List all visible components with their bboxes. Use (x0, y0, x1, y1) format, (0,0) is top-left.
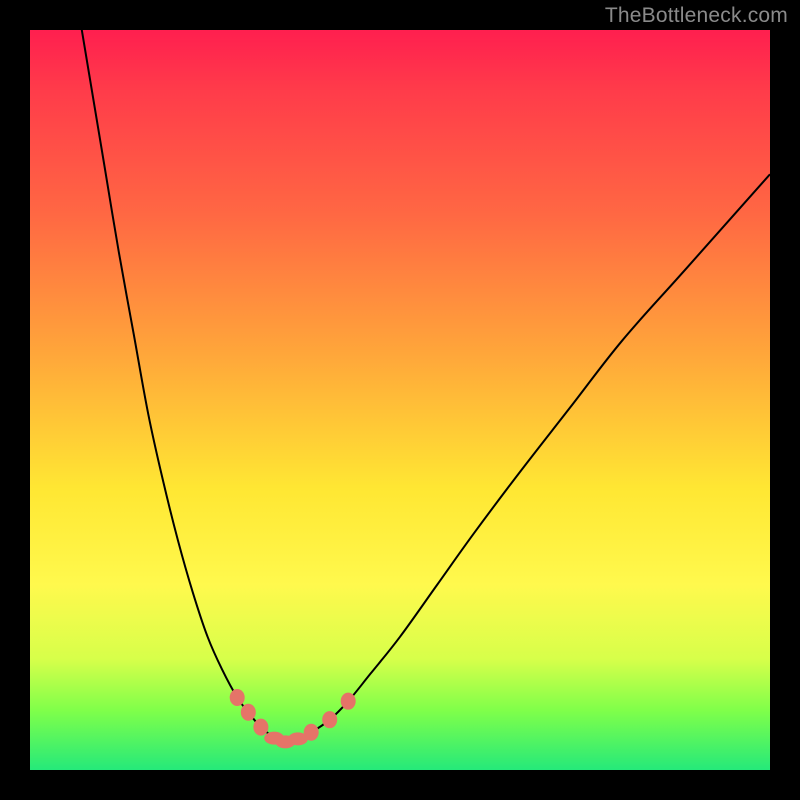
marker-layer (230, 689, 356, 748)
bottleneck-curve (74, 30, 770, 742)
data-marker (322, 711, 337, 728)
data-marker (341, 693, 356, 710)
watermark-text: TheBottleneck.com (605, 4, 788, 28)
curve-layer (74, 30, 770, 742)
plot-area (30, 30, 770, 770)
chart-frame: TheBottleneck.com (0, 0, 800, 800)
data-marker (241, 704, 256, 721)
data-marker (304, 724, 319, 741)
data-marker (253, 719, 268, 736)
chart-svg (30, 30, 770, 770)
data-marker (230, 689, 245, 706)
